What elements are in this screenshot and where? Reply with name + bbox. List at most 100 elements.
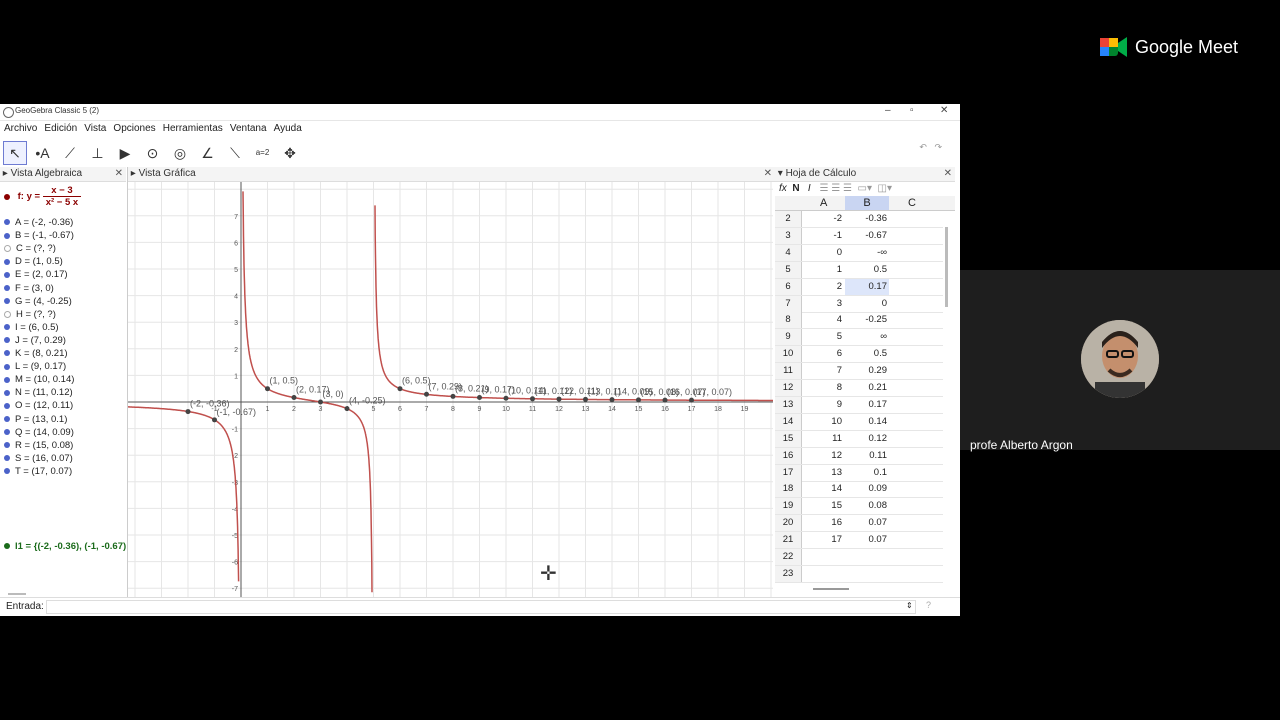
cell-b[interactable]: 0.08	[845, 498, 889, 514]
cell-b[interactable]: 0	[845, 296, 889, 312]
function-row[interactable]: f: y = x − 3 x² − 5 x	[4, 185, 82, 208]
point-tool-button[interactable]: •A	[31, 141, 55, 165]
circle-tool-button[interactable]: ⊙	[141, 141, 165, 165]
row-header[interactable]: 8	[775, 312, 802, 329]
graph-canvas[interactable]: -1123456789101112131415161718197654321-1…	[128, 182, 773, 597]
point-visibility-icon[interactable]	[4, 258, 10, 265]
cell-a[interactable]: 9	[802, 397, 842, 413]
row-header[interactable]: 5	[775, 261, 802, 278]
sheet-hscroll[interactable]	[813, 588, 849, 590]
list-visibility-icon[interactable]	[4, 543, 10, 550]
point-visibility-icon[interactable]	[4, 415, 10, 422]
cell-a[interactable]: 2	[802, 279, 842, 295]
cell-a[interactable]: 7	[802, 363, 842, 379]
cell-b[interactable]: 0.29	[845, 363, 889, 379]
point-visibility-icon[interactable]	[4, 350, 10, 357]
cell-a[interactable]: 3	[802, 296, 842, 312]
algebra-point-row[interactable]: Q = (14, 0.09)	[4, 427, 74, 438]
point-visibility-icon[interactable]	[4, 271, 10, 278]
graphics-view[interactable]: ▸ Vista Gráfica ✕ -112345678910111213141…	[127, 167, 776, 597]
cell-a[interactable]: 17	[802, 532, 842, 548]
point-visibility-icon[interactable]	[4, 442, 10, 449]
algebra-scrollbar[interactable]	[8, 593, 26, 595]
input-history-icon[interactable]: ⇕	[906, 601, 913, 610]
cell-a[interactable]: 6	[802, 346, 842, 362]
cell-b[interactable]: 0.12	[845, 431, 889, 447]
algebra-point-row[interactable]: M = (10, 0.14)	[4, 374, 74, 385]
undo-redo[interactable]: ↶ ↷	[919, 142, 942, 153]
menu-ayuda[interactable]: Ayuda	[270, 121, 302, 134]
move-view-tool-button[interactable]: ✥	[278, 141, 302, 165]
algebra-point-row[interactable]: O = (12, 0.11)	[4, 400, 73, 411]
cell-b[interactable]: 0.17	[845, 397, 889, 413]
algebra-point-row[interactable]: T = (17, 0.07)	[4, 466, 72, 477]
row-header[interactable]: 21	[775, 532, 802, 549]
algebra-point-row[interactable]: F = (3, 0)	[4, 283, 54, 294]
help-icon[interactable]: ?	[926, 600, 931, 610]
bold-button[interactable]: N	[792, 183, 799, 194]
point-visibility-icon[interactable]	[4, 232, 10, 239]
cell-a[interactable]: -1	[802, 228, 842, 244]
cell-b[interactable]: 0.09	[845, 481, 889, 497]
algebra-point-row[interactable]: C = (?, ?)	[4, 243, 56, 254]
cell-a[interactable]: 1	[802, 262, 842, 278]
minimize-button[interactable]: ‒	[885, 105, 891, 116]
col-header-b[interactable]: B	[845, 196, 889, 210]
row-header[interactable]: 14	[775, 413, 802, 430]
point-visibility-icon[interactable]	[4, 429, 10, 436]
line-tool-button[interactable]: ⟋	[58, 141, 82, 165]
angle-tool-button[interactable]: ∠	[196, 141, 220, 165]
row-header[interactable]: 11	[775, 363, 802, 380]
row-header[interactable]: 12	[775, 380, 802, 396]
cell-a[interactable]: -2	[802, 211, 842, 227]
cell-a[interactable]: 16	[802, 515, 842, 531]
perpendicular-tool-button[interactable]: ⊥	[86, 141, 110, 165]
row-header[interactable]: 9	[775, 329, 802, 346]
algebra-point-row[interactable]: S = (16, 0.07)	[4, 453, 73, 464]
maximize-button[interactable]: ▫	[910, 105, 914, 116]
row-header[interactable]: 16	[775, 447, 802, 464]
row-header[interactable]: 2	[775, 211, 802, 227]
cell-a[interactable]: 4	[802, 312, 842, 328]
point-visibility-icon[interactable]	[4, 219, 10, 226]
row-header[interactable]: 18	[775, 481, 802, 498]
cell-b[interactable]: 0.17	[845, 278, 889, 295]
cell-a[interactable]: 12	[802, 448, 842, 464]
close-spreadsheet-icon[interactable]: ✕	[944, 167, 952, 181]
close-algebra-icon[interactable]: ✕	[115, 167, 123, 181]
algebra-point-row[interactable]: D = (1, 0.5)	[4, 256, 63, 267]
italic-button[interactable]: I	[808, 183, 811, 194]
function-visibility-icon[interactable]	[4, 193, 10, 200]
point-visibility-icon[interactable]	[4, 363, 10, 370]
point-visibility-icon[interactable]	[4, 455, 10, 462]
cell-a[interactable]: 14	[802, 481, 842, 497]
point-visibility-icon[interactable]	[4, 284, 10, 291]
row-header[interactable]: 22	[775, 549, 802, 565]
move-tool-button[interactable]: ↖	[3, 141, 27, 165]
cell-b[interactable]: -0.67	[845, 228, 889, 244]
cell-a[interactable]: 15	[802, 498, 842, 514]
algebra-point-row[interactable]: H = (?, ?)	[4, 309, 56, 320]
row-header[interactable]: 3	[775, 227, 802, 244]
menu-vista[interactable]: Vista	[80, 121, 106, 134]
algebra-point-row[interactable]: E = (2, 0.17)	[4, 269, 68, 280]
point-visibility-icon[interactable]	[4, 389, 10, 396]
point-visibility-icon[interactable]	[4, 245, 11, 253]
menu-opciones[interactable]: Opciones	[109, 121, 155, 134]
algebra-point-row[interactable]: N = (11, 0.12)	[4, 387, 73, 398]
cell-b[interactable]: -0.25	[845, 312, 889, 328]
cell-a[interactable]: 13	[802, 465, 842, 481]
algebra-point-row[interactable]: A = (-2, -0.36)	[4, 217, 73, 228]
point-visibility-icon[interactable]	[4, 402, 10, 409]
row-header[interactable]: 4	[775, 244, 802, 261]
cell-b[interactable]: 0.07	[845, 532, 889, 548]
algebra-point-row[interactable]: L = (9, 0.17)	[4, 361, 66, 372]
cell-a[interactable]: 5	[802, 329, 842, 345]
cell-a[interactable]: 11	[802, 431, 842, 447]
algebra-point-row[interactable]: P = (13, 0.1)	[4, 414, 67, 425]
cell-b[interactable]: 0.21	[845, 380, 889, 396]
menu-herramientas[interactable]: Herramientas	[159, 121, 223, 134]
polygon-tool-button[interactable]: ▶	[113, 141, 137, 165]
cell-b[interactable]: ∞	[845, 329, 889, 345]
point-visibility-icon[interactable]	[4, 337, 10, 344]
